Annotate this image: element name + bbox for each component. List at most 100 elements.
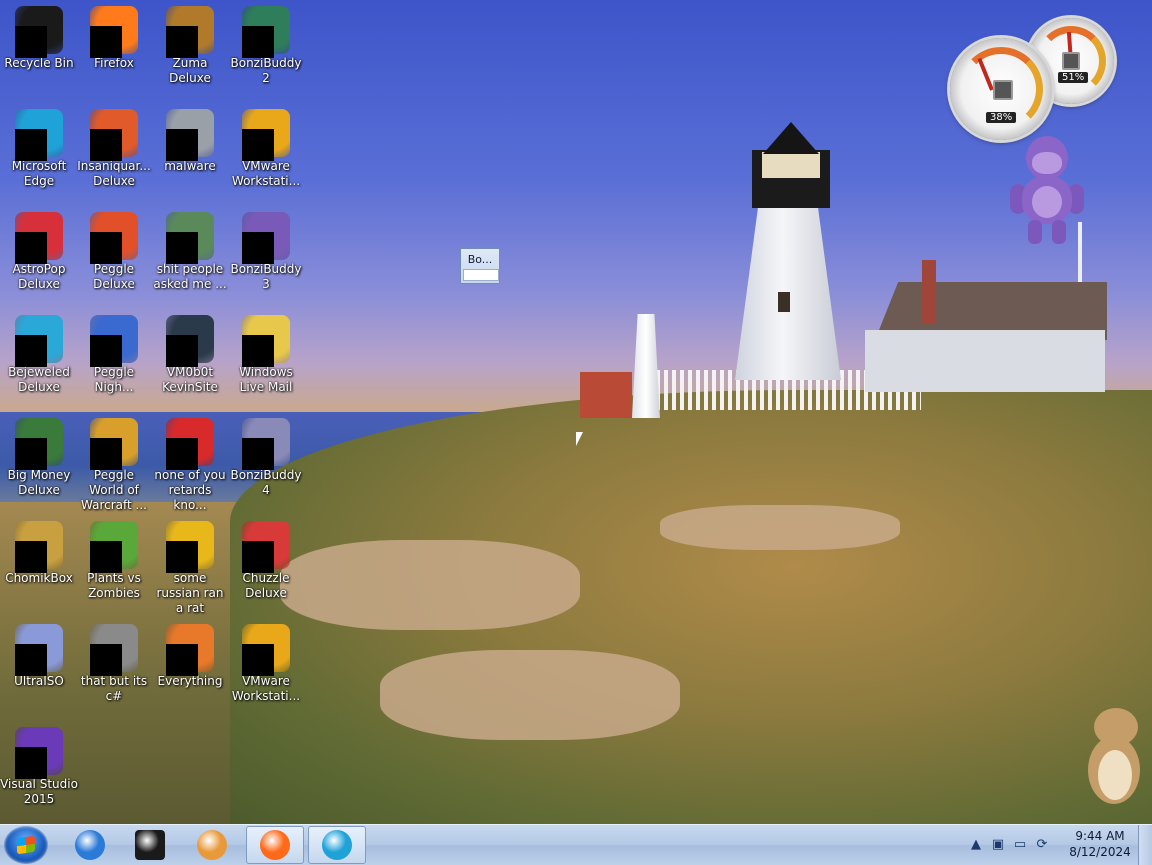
start-button[interactable] [4,826,48,864]
desktop-icon[interactable]: Bejeweled Deluxe [0,311,78,395]
monitor-icon [166,315,214,367]
desktop-icon[interactable]: none of you retards kno... [151,414,229,513]
cpu-meter-gadget[interactable]: 38% [950,38,1052,140]
icon-redaction-box [166,438,198,470]
network-icon[interactable]: ▣ [990,837,1006,853]
live-mail-icon [242,315,290,367]
minimized-window-bonzi[interactable]: Bo... [460,248,500,284]
desktop-icon[interactable]: some russian ran a rat [151,517,229,616]
zuma-deluxe-icon [166,6,214,58]
desktop-icon[interactable]: Big Money Deluxe [0,414,78,498]
desktop-icon[interactable]: Peggle World of Warcraft ... [75,414,153,513]
desktop-icon-label: Big Money Deluxe [7,468,71,497]
monitor-icon[interactable]: ▭ [1012,837,1028,853]
icon-redaction-box [166,541,198,573]
bonzibuddy-character[interactable] [1008,136,1086,248]
show-desktop-button[interactable] [1138,825,1152,865]
desktop-icon[interactable]: BonziBuddy3 [227,208,305,292]
bonzibuddy-icon [242,212,290,264]
desktop-icon[interactable]: malware [151,105,229,174]
desktop-icon[interactable]: that but its c# [75,620,153,704]
desktop-icon[interactable]: Everything [151,620,229,689]
icon-redaction-box [90,438,122,470]
desktop-icon-label: Peggle World of Warcraft ... [81,468,147,512]
astropop-icon [15,212,63,264]
icon-redaction-box [166,129,198,161]
desktop-icon[interactable]: VMware Workstati... [227,620,305,704]
desktop-icon-label: none of you retards kno... [154,468,226,512]
icon-redaction-box [15,129,47,161]
big-money-icon [15,418,63,470]
icon-redaction-box [90,335,122,367]
taskbar-button-firefox[interactable] [246,826,304,864]
desktop-icon[interactable]: UltraISO [0,620,78,689]
desktop-icon-label: ChomikBox [5,571,73,585]
refresh-icon[interactable]: ⟳ [1034,837,1050,853]
plants-vs-zombies-icon [90,521,138,573]
taskbar-button-bonzi-terminal[interactable] [122,826,178,864]
desktop-icon[interactable]: Peggle Deluxe [75,208,153,292]
desktop-icon-label: BonziBuddy2 [230,56,302,85]
desktop-icon-label: VM0b0t KevinSite [162,365,218,394]
desktop-icon[interactable]: Firefox [75,2,153,71]
insaniquarium-icon [90,109,138,161]
desktop-icon-label: Microsoft Edge [11,159,67,188]
desktop-icon[interactable]: VM0b0t KevinSite [151,311,229,395]
desktop-icon-label: Chuzzle Deluxe [242,571,290,600]
black-box-icon [135,830,165,860]
desktop-icon-label: Recycle Bin [4,56,74,70]
icon-redaction-box [166,644,198,676]
wallpaper-rock [380,650,680,740]
clock-date: 8/12/2024 [1069,845,1131,859]
desktop-icon[interactable]: Plants vs Zombies [75,517,153,601]
desktop-icon[interactable]: BonziBuddy4 [227,414,305,498]
taskbar-button-internet-explorer[interactable] [62,826,118,864]
icon-redaction-box [90,232,122,264]
desktop-icon[interactable]: Microsoft Edge [0,105,78,189]
desktop-icon[interactable]: Zuma Deluxe [151,2,229,86]
icon-redaction-box [166,232,198,264]
desktop-icon-label: Bejeweled Deluxe [8,365,70,394]
vmware-icon [242,624,290,676]
taskbar-button-edge[interactable] [308,826,366,864]
desktop-icon[interactable]: AstroPop Deluxe [0,208,78,292]
icon-redaction-box [15,335,47,367]
desktop-icon[interactable]: Insaniquar... Deluxe [75,105,153,189]
desktop-icon[interactable]: Windows Live Mail [227,311,305,395]
wallpaper-rock [660,505,900,550]
hamster-belly [1098,750,1132,800]
icon-redaction-box [15,232,47,264]
desktop-icon[interactable]: BonziBuddy2 [227,2,305,86]
wallpaper-chimney [922,260,936,324]
desktop-icon[interactable]: VMware Workstati... [227,105,305,189]
folder-icon [166,212,214,264]
desktop-icon-label: some russian ran a rat [156,571,224,615]
desktop-icon-label: Peggle Nigh... [93,365,135,394]
icon-redaction-box [242,335,274,367]
desktop-icon[interactable]: Peggle Nigh... [75,311,153,395]
desktop-icon-label: Plants vs Zombies [87,571,141,600]
copies-icon [90,624,138,676]
desktop-icon-label: Everything [157,674,223,688]
chomikbox-icon [15,521,63,573]
peggle-nights-icon [90,315,138,367]
taskbar-button-media-player[interactable] [184,826,240,864]
icon-redaction-box [15,541,47,573]
bejeweled-icon [15,315,63,367]
desktop-icon-label: VMware Workstati... [231,159,301,188]
desktop-icon-label: BonziBuddy3 [230,262,302,291]
desktop-icon-label: Insaniquar... Deluxe [77,159,151,188]
edge-icon [15,109,63,161]
desktop-icon[interactable]: Chuzzle Deluxe [227,517,305,601]
hamster-character[interactable] [1082,708,1144,806]
desktop-icon[interactable]: ChomikBox [0,517,78,586]
desktop[interactable]: Recycle Bin Firefox Zuma Deluxe BonziBuddy2… [0,0,1152,824]
icon-redaction-box [242,438,274,470]
tray-overflow-chevron-icon[interactable]: ▲ [968,837,984,853]
desktop-icon[interactable]: Visual Studio 2015 [0,723,78,807]
taskbar-clock[interactable]: 9:44 AM 8/12/2024 [1068,828,1132,860]
firefox-icon [90,6,138,58]
desktop-icon[interactable]: shit people asked me ... [151,208,229,292]
desktop-icon[interactable]: Recycle Bin [0,2,78,71]
bonzibuddy-icon [242,6,290,58]
